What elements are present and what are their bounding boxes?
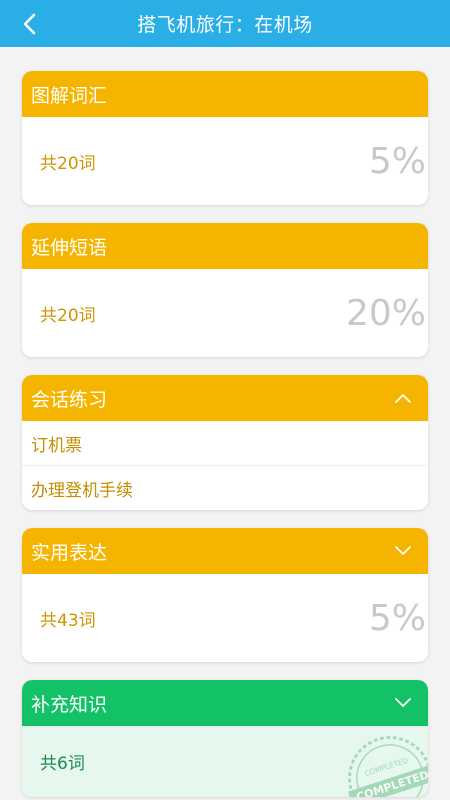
word-count: 共6词 bbox=[40, 754, 85, 774]
page-title: 搭飞机旅行：在机场 bbox=[137, 14, 313, 36]
section-card-supplementary[interactable]: 补充知识 共6词 COMPLETED COMPLETED bbox=[22, 680, 428, 797]
section-body[interactable]: 共6词 COMPLETED COMPLETED bbox=[22, 726, 428, 797]
section-body[interactable]: 共20词 5% bbox=[22, 117, 428, 205]
section-title: 补充知识 bbox=[31, 693, 108, 716]
section-body[interactable]: 共43词 5% bbox=[22, 574, 428, 662]
section-card-vocabulary[interactable]: 图解词汇 共20词 5% bbox=[22, 71, 428, 205]
section-card-phrases[interactable]: 延伸短语 共20词 20% bbox=[22, 223, 428, 357]
completed-stamp-icon: COMPLETED COMPLETED bbox=[348, 736, 428, 797]
section-header[interactable]: 补充知识 bbox=[22, 680, 428, 726]
section-title: 图解词汇 bbox=[31, 84, 108, 107]
word-count: 共43词 bbox=[40, 610, 96, 631]
section-title: 会话练习 bbox=[31, 388, 108, 411]
dialogue-list: 订机票 办理登机手续 bbox=[22, 421, 428, 510]
section-header[interactable]: 图解词汇 bbox=[22, 71, 428, 117]
section-title: 实用表达 bbox=[31, 541, 108, 564]
list-item[interactable]: 订机票 bbox=[22, 421, 428, 465]
section-header[interactable]: 延伸短语 bbox=[22, 223, 428, 269]
progress-percent: 20% bbox=[345, 292, 426, 334]
section-list: 图解词汇 共20词 5% 延伸短语 共20词 20% 会话练习 订机票 办理登机… bbox=[0, 47, 450, 797]
progress-percent: 5% bbox=[368, 140, 426, 182]
section-title: 延伸短语 bbox=[31, 236, 108, 259]
section-header[interactable]: 实用表达 bbox=[22, 528, 428, 574]
top-bar: 搭飞机旅行：在机场 bbox=[0, 0, 450, 47]
section-card-expressions[interactable]: 实用表达 共43词 5% bbox=[22, 528, 428, 662]
chevron-left-icon bbox=[23, 13, 36, 35]
section-header[interactable]: 会话练习 bbox=[22, 375, 428, 421]
word-count: 共20词 bbox=[40, 305, 96, 326]
chevron-up-icon[interactable] bbox=[392, 387, 414, 409]
chevron-down-icon[interactable] bbox=[392, 540, 414, 562]
progress-percent: 5% bbox=[368, 597, 426, 639]
word-count: 共20词 bbox=[40, 153, 96, 174]
section-card-dialogue[interactable]: 会话练习 订机票 办理登机手续 bbox=[22, 375, 428, 510]
section-body[interactable]: 共20词 20% bbox=[22, 269, 428, 357]
back-button[interactable] bbox=[14, 8, 46, 40]
chevron-down-icon[interactable] bbox=[392, 692, 414, 714]
list-item[interactable]: 办理登机手续 bbox=[22, 465, 428, 510]
